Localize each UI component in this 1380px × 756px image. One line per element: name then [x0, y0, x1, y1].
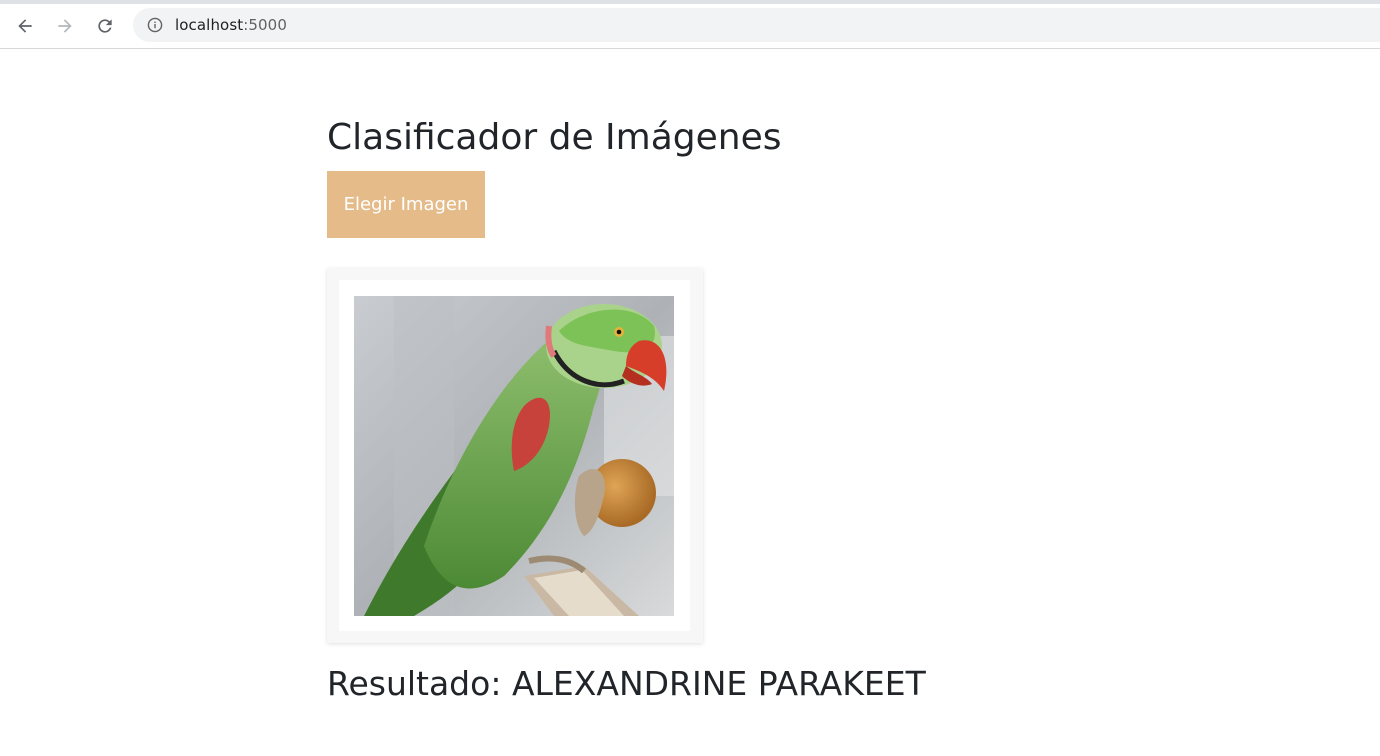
result-value: ALEXANDRINE PARAKEET [511, 664, 926, 703]
url-port: :5000 [243, 16, 287, 34]
forward-button[interactable] [50, 11, 80, 41]
parakeet-image [354, 296, 674, 616]
image-frame [339, 280, 690, 631]
address-bar[interactable]: localhost:5000 [133, 8, 1380, 42]
page-title: Clasificador de Imágenes [327, 117, 782, 158]
back-button[interactable] [10, 11, 40, 41]
reload-icon [98, 19, 112, 33]
result-label: Resultado: [327, 664, 502, 703]
info-icon[interactable] [147, 17, 163, 33]
choose-image-button[interactable]: Elegir Imagen [327, 171, 485, 238]
back-arrow-icon [18, 19, 32, 33]
result-text: Resultado: ALEXANDRINE PARAKEET [327, 664, 926, 704]
url-text: localhost:5000 [175, 16, 287, 34]
reload-button[interactable] [90, 11, 120, 41]
forward-arrow-icon [58, 19, 72, 33]
url-host: localhost [175, 16, 244, 34]
browser-toolbar: localhost:5000 [0, 4, 1380, 49]
image-preview-card [327, 268, 703, 643]
